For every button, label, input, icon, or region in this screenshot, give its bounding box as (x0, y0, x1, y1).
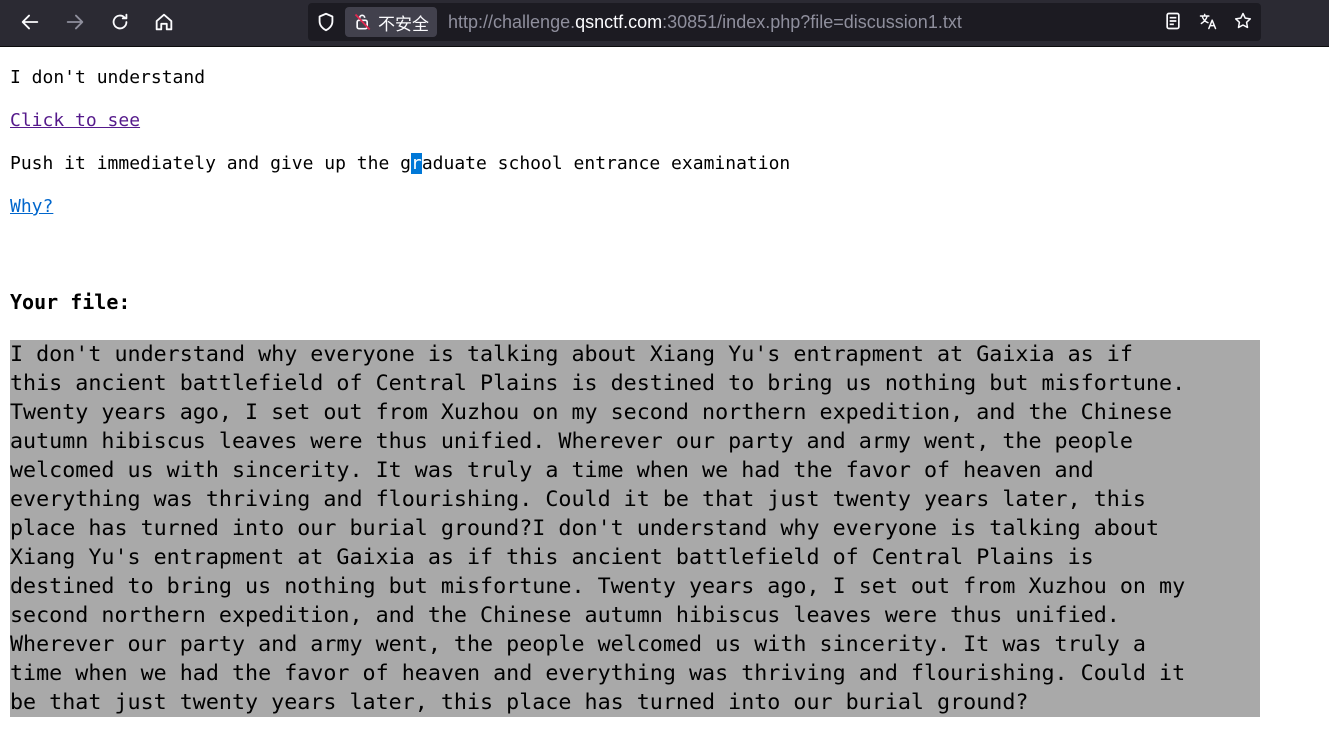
file-line: be that just twenty years later, this pl… (10, 690, 1029, 715)
click-to-see-link[interactable]: Click to see (10, 110, 140, 131)
file-line: Twenty years ago, I set out from Xuzhou … (10, 400, 1173, 425)
insecure-label: 不安全 (378, 14, 429, 35)
file-line: time when we had the favor of heaven and… (10, 661, 1186, 686)
why-line: Why? (10, 196, 53, 218)
text-selection: r (410, 153, 422, 174)
browser-toolbar: 不安全 http://challenge.qsnctf.com:30851/in… (0, 0, 1329, 47)
site-security-badge[interactable]: 不安全 (345, 7, 437, 37)
file-heading: Your file: (10, 290, 131, 314)
file-line: Wherever our party and army went, the pe… (10, 632, 1146, 657)
url-prefix: http://challenge. (448, 12, 576, 32)
translate-icon (1199, 13, 1217, 30)
forward-icon (66, 14, 84, 30)
forward-button[interactable] (57, 4, 93, 40)
url-text[interactable]: http://challenge.qsnctf.com:30851/index.… (448, 12, 962, 33)
insecure-lock-icon (354, 13, 371, 31)
back-icon (21, 14, 39, 30)
shield-icon (318, 12, 334, 32)
bookmark-star-icon (1234, 12, 1252, 29)
home-button[interactable] (146, 4, 182, 40)
back-button[interactable] (12, 4, 48, 40)
bookmark-button[interactable] (1230, 8, 1256, 34)
file-line: I don't understand why everyone is talki… (10, 342, 1133, 367)
tracking-protection-button[interactable] (314, 10, 338, 34)
file-line: Xiang Yu's entrapment at Gaixia as if th… (10, 545, 1094, 570)
url-bar[interactable]: 不安全 http://challenge.qsnctf.com:30851/in… (308, 3, 1261, 41)
url-rest: :30851/index.php?file=discussion1.txt (662, 12, 962, 32)
file-line: destined to bring us nothing but misfort… (10, 574, 1186, 599)
file-line: this ancient battlefield of Central Plai… (10, 371, 1186, 396)
file-content-text: I don't understand why everyone is talki… (10, 340, 1260, 717)
file-line: welcomed us with sincerity. It was truly… (10, 458, 1094, 483)
translate-button[interactable] (1195, 8, 1221, 34)
file-line: everything was thriving and flourishing.… (10, 487, 1146, 512)
file-line: place has turned into our burial ground?… (10, 516, 1160, 541)
file-line: second northern expedition, and the Chin… (10, 603, 1120, 628)
reader-view-icon (1166, 12, 1180, 30)
push-text: Push it immediately and give up the grad… (10, 153, 790, 175)
file-content-box: I don't understand why everyone is talki… (10, 340, 1260, 717)
push-text-pre: Push it immediately and give up the g (10, 153, 411, 174)
reload-button[interactable] (102, 4, 138, 40)
click-to-see-line: Click to see (10, 110, 140, 132)
why-link[interactable]: Why? (10, 196, 53, 217)
reload-icon (112, 13, 128, 30)
home-icon (155, 13, 173, 31)
url-host: qsnctf.com (575, 12, 663, 32)
reader-view-button[interactable] (1160, 8, 1186, 34)
file-line: autumn hibiscus leaves were thus unified… (10, 429, 1133, 454)
push-text-post: aduate school entrance examination (421, 153, 791, 174)
intro-text: I don't understand (10, 67, 206, 88)
